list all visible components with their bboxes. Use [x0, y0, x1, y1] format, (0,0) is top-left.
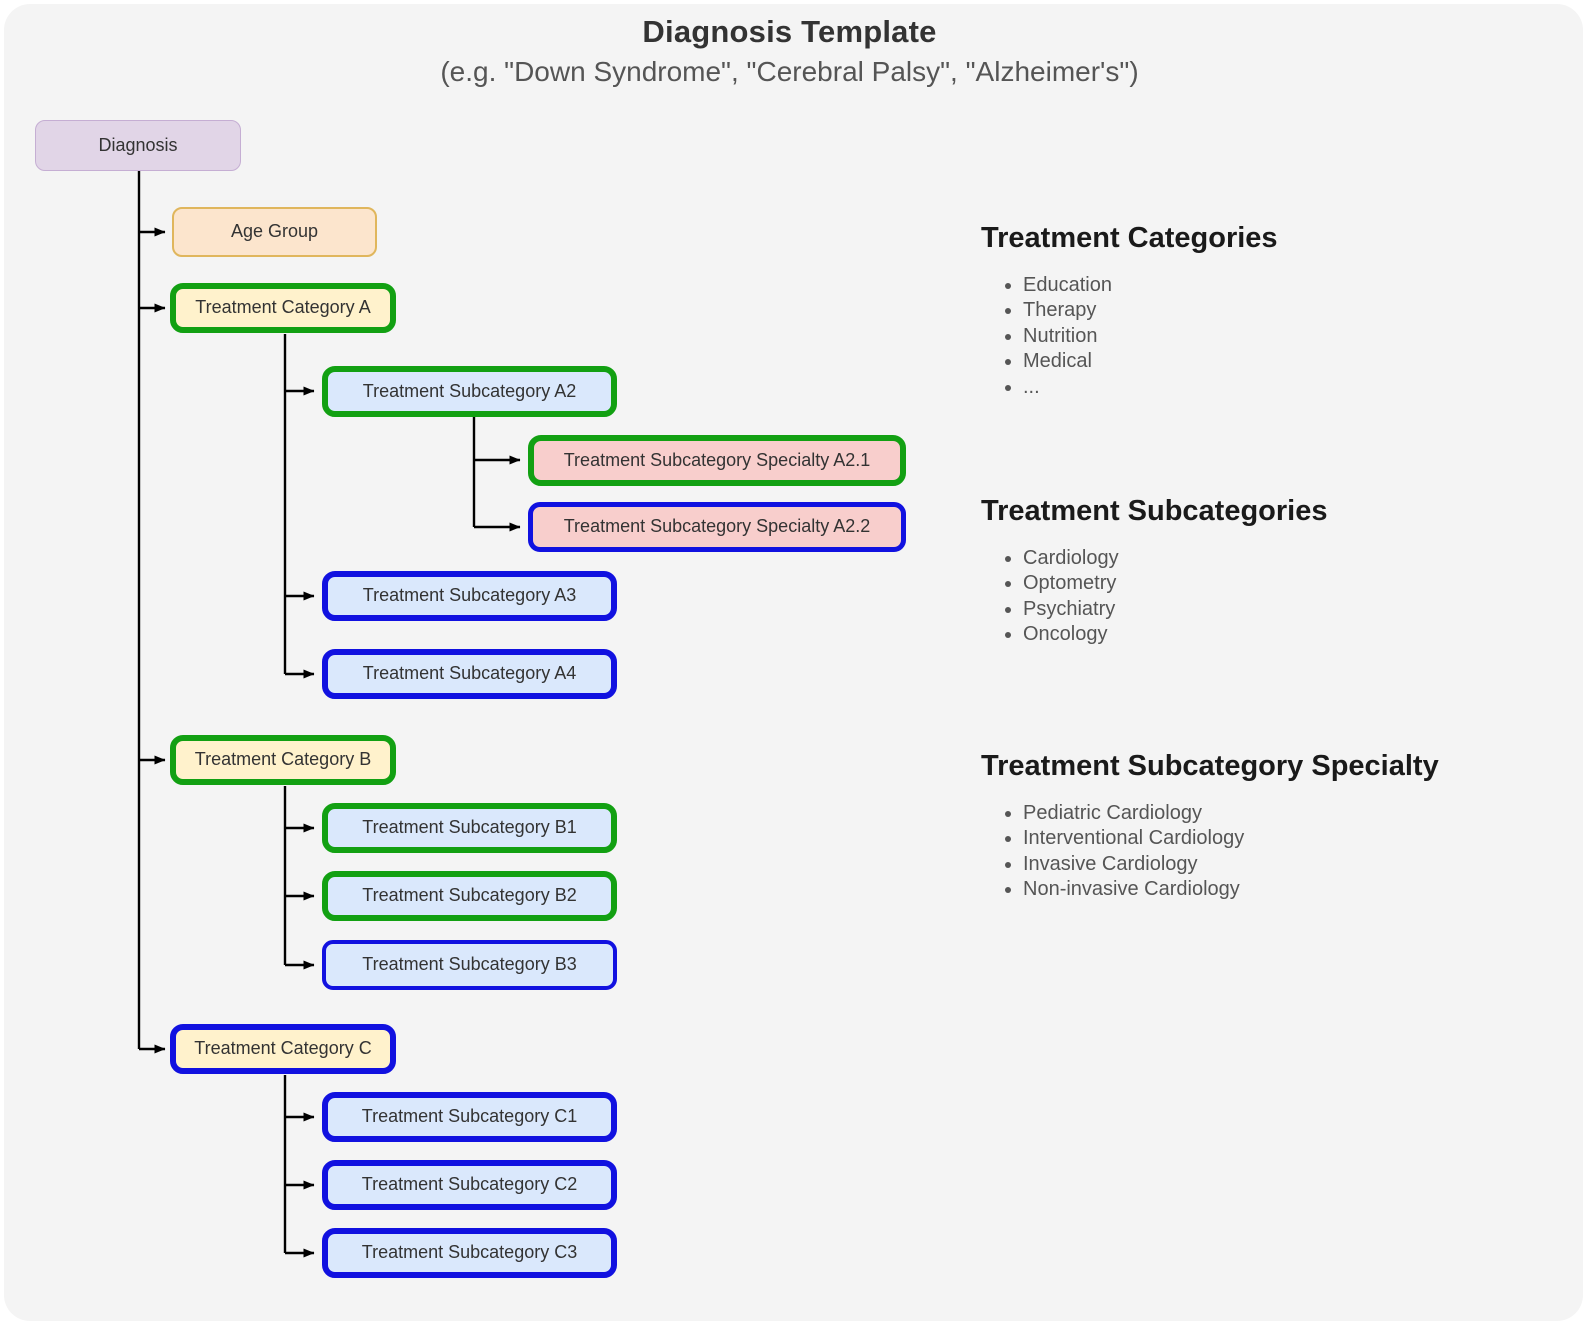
- node-subcategory-a4-label: Treatment Subcategory A4: [362, 663, 577, 684]
- legend-treatment-subcategory-specialty: Treatment Subcategory Specialty Pediatri…: [981, 750, 1439, 903]
- node-category-b[interactable]: Treatment Category B: [170, 735, 396, 785]
- node-subcategory-c1-label: Treatment Subcategory C1: [361, 1106, 578, 1127]
- node-subcategory-a4[interactable]: Treatment Subcategory A4: [322, 649, 617, 699]
- list-item: Non-invasive Cardiology: [1023, 877, 1439, 902]
- node-age-group-label: Age Group: [230, 221, 319, 242]
- legend-categories-list: Education Therapy Nutrition Medical ...: [981, 273, 1278, 400]
- list-item: Optometry: [1023, 571, 1328, 596]
- node-subcategory-b1-label: Treatment Subcategory B1: [362, 817, 577, 838]
- list-item: ...: [1023, 375, 1278, 400]
- node-subcategory-c2-label: Treatment Subcategory C2: [361, 1174, 578, 1195]
- list-item: Psychiatry: [1023, 597, 1328, 622]
- node-subcategory-b3-label: Treatment Subcategory B3: [362, 954, 577, 975]
- legend-specialty-title: Treatment Subcategory Specialty: [981, 750, 1439, 782]
- list-item: Therapy: [1023, 298, 1278, 323]
- legend-subcategories-list: Cardiology Optometry Psychiatry Oncology: [981, 546, 1328, 648]
- list-item: Pediatric Cardiology: [1023, 801, 1439, 826]
- node-subcategory-c1[interactable]: Treatment Subcategory C1: [322, 1092, 617, 1142]
- node-age-group[interactable]: Age Group: [172, 207, 377, 257]
- node-category-a[interactable]: Treatment Category A: [170, 283, 396, 333]
- list-item: Nutrition: [1023, 324, 1278, 349]
- legend-specialty-list: Pediatric Cardiology Interventional Card…: [981, 801, 1439, 903]
- node-category-b-label: Treatment Category B: [194, 749, 372, 770]
- node-subcategory-b2[interactable]: Treatment Subcategory B2: [322, 871, 617, 921]
- node-category-c-label: Treatment Category C: [194, 1038, 372, 1059]
- node-category-c[interactable]: Treatment Category C: [170, 1024, 396, 1074]
- node-subcategory-a2-label: Treatment Subcategory A2: [362, 380, 577, 401]
- node-subcategory-b3[interactable]: Treatment Subcategory B3: [322, 940, 617, 990]
- legend-subcategories-title: Treatment Subcategories: [981, 495, 1328, 527]
- legend-categories-title: Treatment Categories: [981, 222, 1278, 254]
- node-subcategory-b2-label: Treatment Subcategory B2: [362, 885, 577, 906]
- list-item: Interventional Cardiology: [1023, 826, 1439, 851]
- node-specialty-a21[interactable]: Treatment Subcategory Specialty A2.1: [528, 435, 906, 486]
- legend-treatment-categories: Treatment Categories Education Therapy N…: [981, 222, 1278, 400]
- node-subcategory-b1[interactable]: Treatment Subcategory B1: [322, 803, 617, 853]
- legend-treatment-subcategories: Treatment Subcategories Cardiology Optom…: [981, 495, 1328, 648]
- node-subcategory-c3-label: Treatment Subcategory C3: [361, 1242, 578, 1263]
- list-item: Medical: [1023, 349, 1278, 374]
- node-category-a-label: Treatment Category A: [195, 297, 371, 318]
- list-item: Education: [1023, 273, 1278, 298]
- node-subcategory-c2[interactable]: Treatment Subcategory C2: [322, 1160, 617, 1210]
- list-item: Invasive Cardiology: [1023, 852, 1439, 877]
- node-subcategory-c3[interactable]: Treatment Subcategory C3: [322, 1228, 617, 1278]
- node-specialty-a21-label: Treatment Subcategory Specialty A2.1: [563, 449, 871, 470]
- node-specialty-a22-label: Treatment Subcategory Specialty A2.2: [563, 516, 871, 537]
- node-subcategory-a2[interactable]: Treatment Subcategory A2: [322, 366, 617, 417]
- list-item: Cardiology: [1023, 546, 1328, 571]
- list-item: Oncology: [1023, 622, 1328, 647]
- node-subcategory-a3-label: Treatment Subcategory A3: [362, 585, 577, 606]
- node-diagnosis[interactable]: Diagnosis: [35, 120, 241, 171]
- node-subcategory-a3[interactable]: Treatment Subcategory A3: [322, 571, 617, 621]
- diagram-page: Diagnosis Template (e.g. "Down Syndrome"…: [0, 0, 1587, 1325]
- node-specialty-a22[interactable]: Treatment Subcategory Specialty A2.2: [528, 502, 906, 552]
- flowchart-edges: [137, 170, 521, 1258]
- node-diagnosis-label: Diagnosis: [98, 134, 178, 155]
